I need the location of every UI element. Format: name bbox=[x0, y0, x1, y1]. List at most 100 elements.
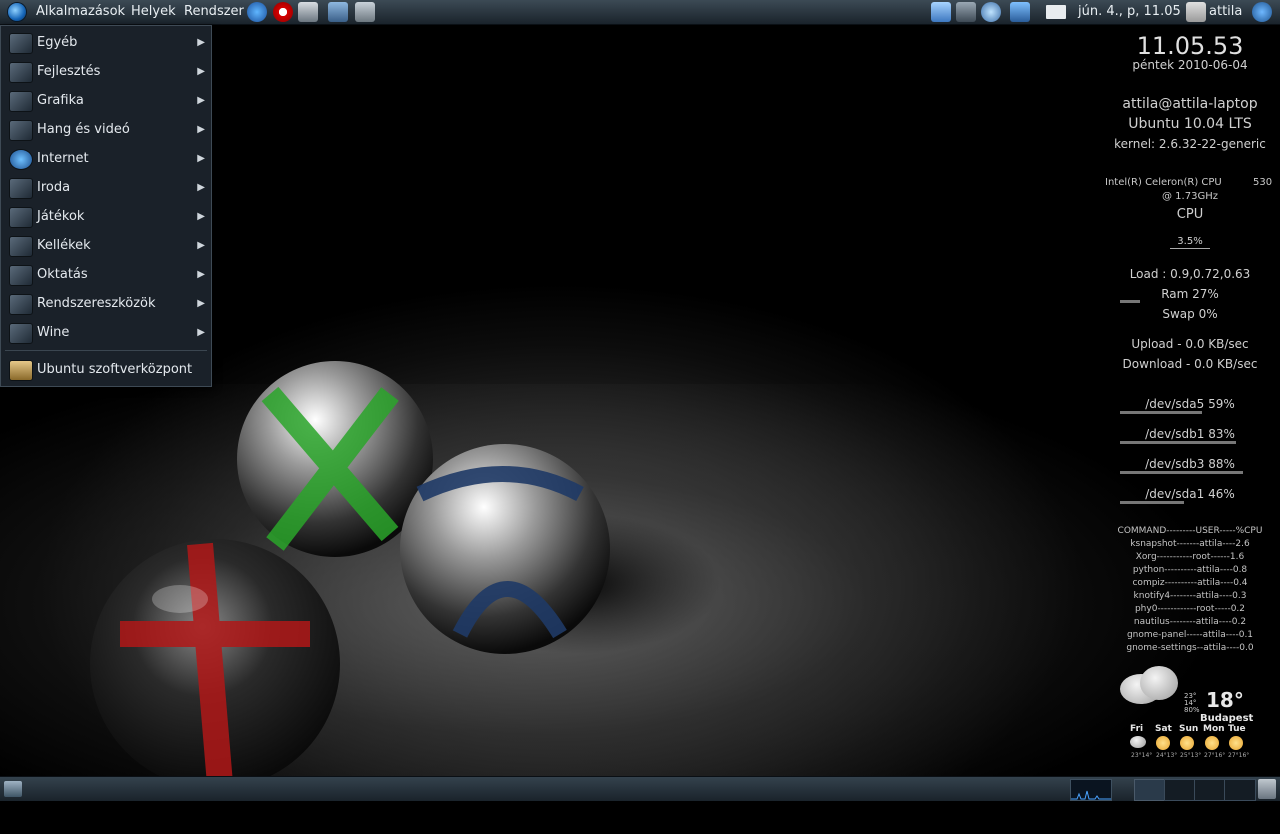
workspace-1[interactable] bbox=[1134, 779, 1166, 801]
network-status-icon[interactable] bbox=[956, 2, 976, 22]
conky-cpu-label: CPU bbox=[1176, 207, 1204, 222]
menu-item-label: Egyéb bbox=[37, 35, 78, 50]
clock[interactable]: jún. 4., p, 11.05 bbox=[1078, 0, 1181, 24]
process-row: nautilus--------attila----0.2 bbox=[1133, 617, 1247, 627]
sound-video-icon bbox=[9, 120, 33, 141]
wine-icon bbox=[9, 323, 33, 344]
process-row: gnome-panel-----attila----0.1 bbox=[1126, 630, 1254, 640]
menu-item-software-center[interactable]: Ubuntu szoftverközpont bbox=[1, 355, 211, 384]
process-row: python----------attila----0.8 bbox=[1132, 565, 1248, 575]
workspace-3[interactable] bbox=[1194, 779, 1226, 801]
process-row: Xorg-----------root------1.6 bbox=[1135, 552, 1245, 562]
submenu-arrow-icon: ▶ bbox=[197, 124, 205, 135]
conky-os: Ubuntu 10.04 LTS bbox=[1128, 116, 1252, 132]
menu-item-label: Fejlesztés bbox=[37, 64, 101, 79]
menu-item-sound-video[interactable]: Hang és videó ▶ bbox=[1, 115, 211, 144]
ubuntu-logo-icon[interactable] bbox=[8, 3, 26, 21]
menu-item-internet[interactable]: Internet ▶ bbox=[1, 144, 211, 173]
workspace-2[interactable] bbox=[1164, 779, 1196, 801]
submenu-arrow-icon: ▶ bbox=[197, 37, 205, 48]
weather-day-label: Sun bbox=[1179, 724, 1199, 734]
conky-system-monitor: 11.05.53 péntek 2010-06-04 attila@attila… bbox=[1100, 26, 1280, 666]
submenu-arrow-icon: ▶ bbox=[197, 269, 205, 280]
menu-item-misc[interactable]: Egyéb ▶ bbox=[1, 28, 211, 57]
conky-upload: Upload - 0.0 KB/sec bbox=[1131, 337, 1249, 351]
conky-ram: Ram 27% bbox=[1161, 287, 1219, 301]
system-monitor-icon[interactable] bbox=[298, 2, 318, 22]
show-desktop-icon[interactable] bbox=[4, 781, 22, 797]
conky-cpu-model: Intel(R) Celeron(R) CPU bbox=[1105, 177, 1222, 188]
weather-icon[interactable] bbox=[931, 2, 951, 22]
conky-cpu-usage: 3.5% bbox=[1177, 236, 1203, 247]
trash-icon[interactable] bbox=[1258, 779, 1276, 799]
network-icon[interactable] bbox=[328, 2, 348, 22]
conky-kernel: kernel: 2.6.32-22-generic bbox=[1114, 137, 1266, 151]
disk-sdb3-label: /dev/sdb3 88% bbox=[1145, 457, 1235, 471]
cloud-icon bbox=[1130, 736, 1146, 748]
menu-item-label: Kellékek bbox=[37, 238, 91, 253]
menu-item-label: Iroda bbox=[37, 180, 71, 195]
graphics-icon bbox=[9, 91, 33, 112]
menu-item-label: Rendszereszközök bbox=[37, 296, 156, 311]
menu-item-graphics[interactable]: Grafika ▶ bbox=[1, 86, 211, 115]
power-icon[interactable] bbox=[1252, 2, 1272, 22]
weather-day-temp: 23°14° bbox=[1131, 752, 1153, 759]
menu-item-accessories[interactable]: Kellékek ▶ bbox=[1, 231, 211, 260]
user-name[interactable]: attila bbox=[1209, 0, 1242, 24]
conky-date: péntek 2010-06-04 bbox=[1132, 58, 1248, 72]
submenu-arrow-icon: ▶ bbox=[197, 66, 205, 77]
menu-item-education[interactable]: Oktatás ▶ bbox=[1, 260, 211, 289]
weather-humidity: 80% bbox=[1184, 706, 1200, 714]
workspace-4[interactable] bbox=[1224, 779, 1256, 801]
weather-day-temp: 27°16° bbox=[1228, 752, 1250, 759]
download-icon[interactable] bbox=[1010, 2, 1030, 22]
menu-applications[interactable]: Alkalmazások bbox=[36, 0, 125, 24]
ie-icon[interactable] bbox=[247, 2, 267, 22]
submenu-arrow-icon: ▶ bbox=[197, 327, 205, 338]
weather-day-label: Mon bbox=[1203, 724, 1225, 734]
development-icon bbox=[9, 62, 33, 83]
menu-item-system-tools[interactable]: Rendszereszközök ▶ bbox=[1, 289, 211, 318]
menu-places[interactable]: Helyek bbox=[131, 0, 176, 24]
submenu-arrow-icon: ▶ bbox=[197, 298, 205, 309]
menu-item-wine[interactable]: Wine ▶ bbox=[1, 318, 211, 347]
accessories-icon bbox=[9, 236, 33, 257]
menu-separator bbox=[5, 350, 207, 351]
sun-icon bbox=[1180, 736, 1194, 750]
menu-item-office[interactable]: Iroda ▶ bbox=[1, 173, 211, 202]
people-icon[interactable] bbox=[981, 2, 1001, 22]
process-header: COMMAND---------USER-----%CPU bbox=[1117, 526, 1263, 536]
conky-host: attila@attila-laptop bbox=[1122, 96, 1258, 112]
process-row: phy0------------root-----0.2 bbox=[1134, 604, 1246, 614]
menu-item-label: Ubuntu szoftverközpont bbox=[37, 362, 193, 377]
menu-item-games[interactable]: Játékok ▶ bbox=[1, 202, 211, 231]
cloud-icon bbox=[1140, 666, 1178, 700]
avatar-icon[interactable] bbox=[1186, 2, 1206, 22]
menu-item-development[interactable]: Fejlesztés ▶ bbox=[1, 57, 211, 86]
conky-swap: Swap 0% bbox=[1162, 307, 1218, 321]
menu-item-label: Grafika bbox=[37, 93, 84, 108]
conky-time: 11.05.53 bbox=[1136, 32, 1244, 60]
weather-temperature: 18° bbox=[1206, 688, 1244, 712]
internet-globe-icon bbox=[9, 149, 33, 170]
virtualbox-icon[interactable] bbox=[355, 2, 375, 22]
weather-widget: 23° 14° 80% 18° Budapest Fri Sat Sun Mon… bbox=[1118, 662, 1253, 764]
sun-icon bbox=[1156, 736, 1170, 750]
weather-day-temp: 27°16° bbox=[1204, 752, 1226, 759]
load-graph-icon bbox=[1071, 790, 1111, 800]
opera-icon[interactable] bbox=[273, 2, 293, 22]
system-load-graph[interactable] bbox=[1070, 779, 1112, 801]
top-panel: Alkalmazások Helyek Rendszer jún. 4., p,… bbox=[0, 0, 1280, 25]
disk-sdb3-bar bbox=[1120, 471, 1243, 474]
disk-sda1-label: /dev/sda1 46% bbox=[1145, 487, 1235, 501]
misc-icon bbox=[9, 33, 33, 54]
conky-download: Download - 0.0 KB/sec bbox=[1122, 357, 1258, 371]
disk-sda1-bar bbox=[1120, 501, 1184, 504]
office-icon bbox=[9, 178, 33, 199]
menu-system[interactable]: Rendszer bbox=[184, 0, 244, 24]
conky-load: Load : 0.9,0.72,0.63 bbox=[1129, 267, 1251, 281]
process-row: compiz----------attila----0.4 bbox=[1132, 578, 1248, 588]
mail-icon[interactable] bbox=[1046, 5, 1066, 19]
menu-item-label: Wine bbox=[37, 325, 70, 340]
menu-item-label: Hang és videó bbox=[37, 122, 130, 137]
